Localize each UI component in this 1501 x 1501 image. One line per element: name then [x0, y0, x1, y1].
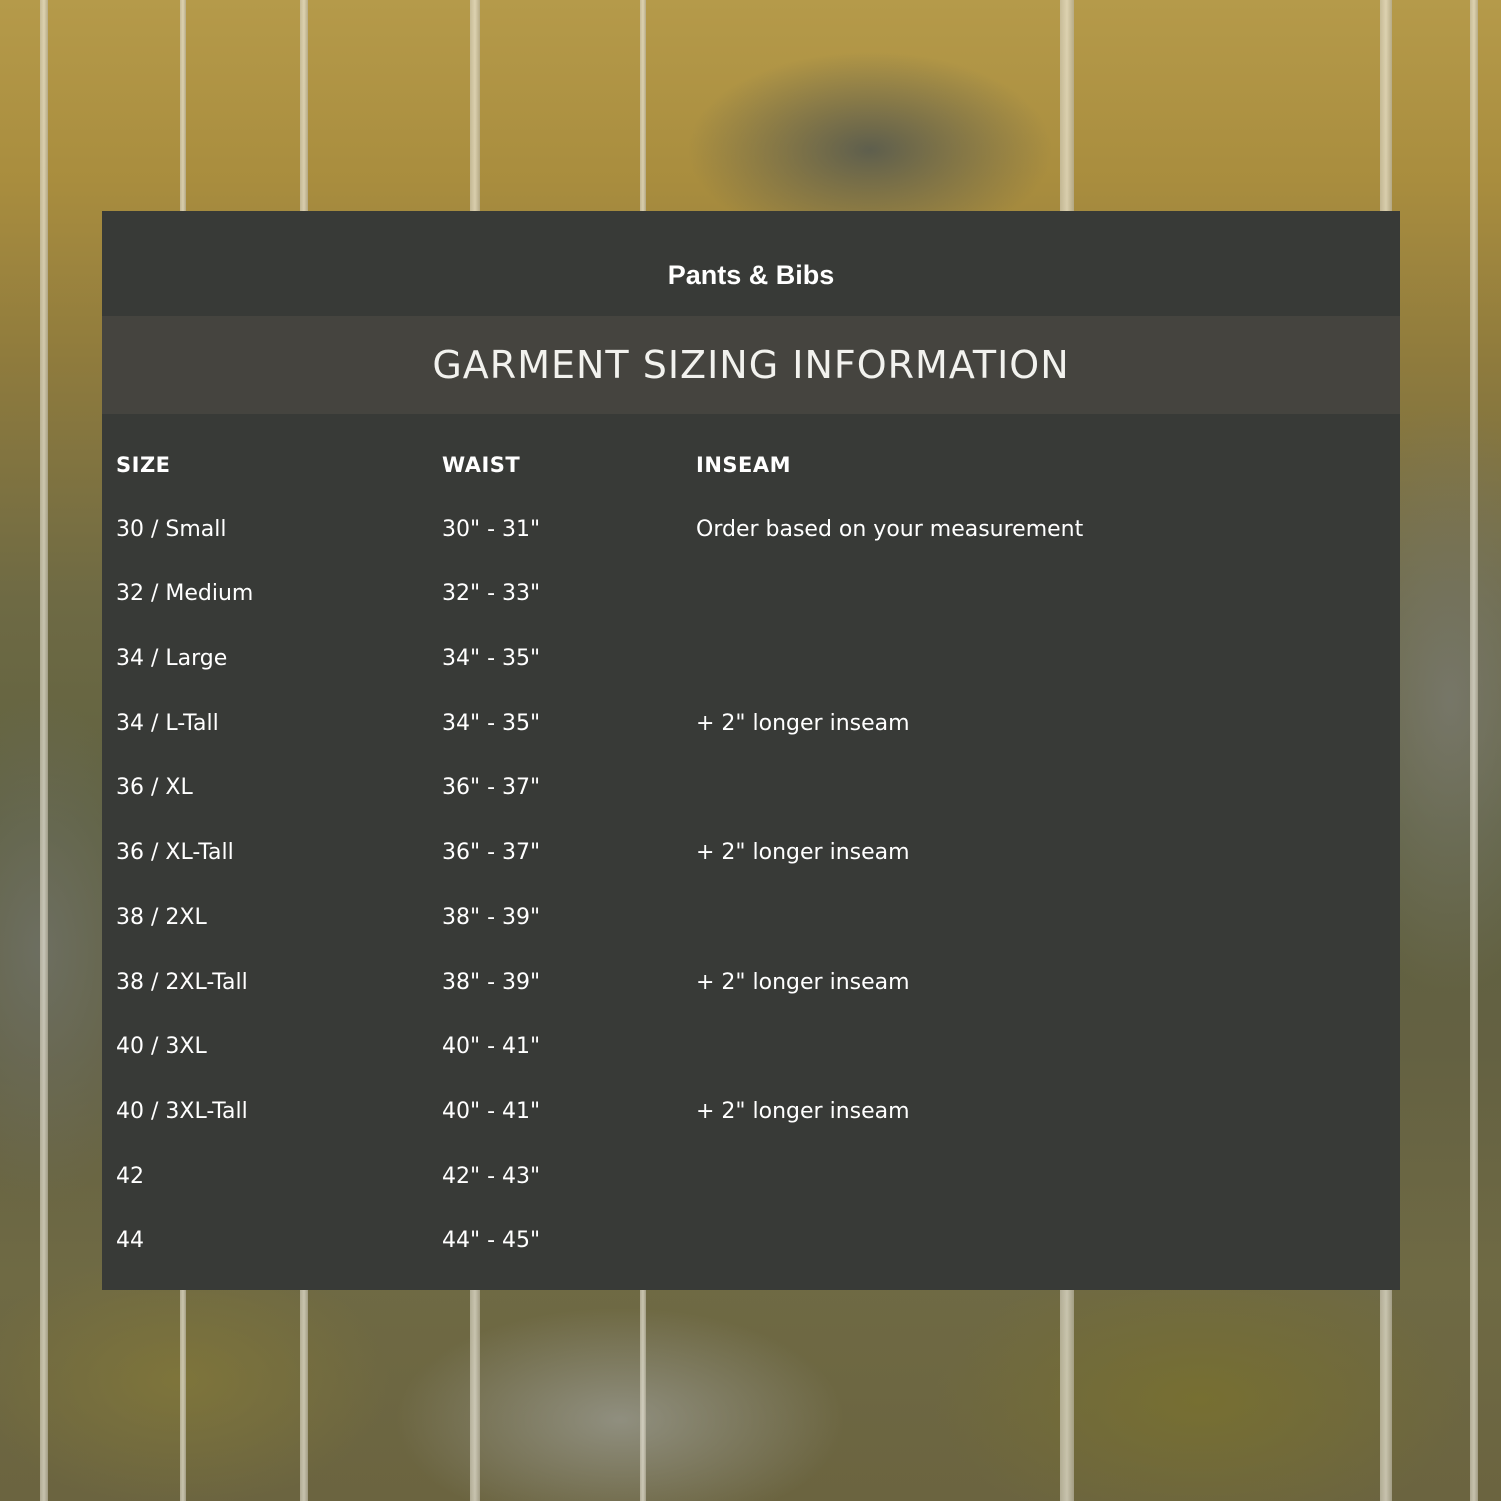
page-title: GARMENT SIZING INFORMATION [432, 343, 1070, 387]
waist-cell: 38" - 39" [442, 904, 541, 930]
product-name: Pants & Bibs [667, 260, 835, 290]
table-row: 44 44" - 45" [102, 1215, 1400, 1280]
size-cell: 40 / 3XL-Tall [116, 1098, 248, 1124]
table-row: 36 / XL-Tall 36" - 37" + 2" longer insea… [102, 827, 1400, 892]
title-banner: GARMENT SIZING INFORMATION [102, 316, 1400, 414]
sizing-panel: Pants & Bibs GARMENT SIZING INFORMATION … [102, 211, 1400, 1290]
size-cell: 40 / 3XL [116, 1034, 207, 1060]
size-cell: 32 / Medium [116, 581, 254, 607]
size-cell: 42 [116, 1163, 144, 1189]
size-cell: 30 / Small [116, 516, 227, 542]
table-row: 40 / 3XL-Tall 40" - 41" + 2" longer inse… [102, 1086, 1400, 1151]
size-cell: 34 / L-Tall [116, 710, 219, 736]
waist-cell: 44" - 45" [442, 1228, 541, 1254]
inseam-cell: + 2" longer inseam [696, 969, 910, 995]
waist-cell: 34" - 35" [442, 646, 541, 672]
table-row: 38 / 2XL 38" - 39" [102, 892, 1400, 957]
column-header-inseam: INSEAM [696, 453, 792, 477]
tree-trunk [1470, 0, 1478, 1501]
table-row: 42 42" - 43" [102, 1151, 1400, 1216]
table-header-row: SIZE WAIST INSEAM [102, 439, 1400, 504]
waist-cell: 30" - 31" [442, 516, 541, 542]
table-row: 34 / Large 34" - 35" [102, 633, 1400, 698]
inseam-cell: + 2" longer inseam [696, 840, 910, 866]
inseam-cell: Order based on your measurement [696, 516, 1084, 542]
column-header-size: SIZE [116, 453, 171, 477]
column-header-waist: WAIST [442, 453, 521, 477]
inseam-cell: + 2" longer inseam [696, 1098, 910, 1124]
size-cell: 44 [116, 1228, 144, 1254]
table-row: 30 / Small 30" - 31" Order based on your… [102, 504, 1400, 569]
size-cell: 36 / XL-Tall [116, 840, 234, 866]
waist-cell: 36" - 37" [442, 840, 541, 866]
table-row: 34 / L-Tall 34" - 35" + 2" longer inseam [102, 698, 1400, 763]
waist-cell: 34" - 35" [442, 710, 541, 736]
waist-cell: 42" - 43" [442, 1163, 541, 1189]
size-cell: 38 / 2XL [116, 904, 207, 930]
waist-cell: 36" - 37" [442, 775, 541, 801]
table-row: 36 / XL 36" - 37" [102, 762, 1400, 827]
waist-cell: 38" - 39" [442, 969, 541, 995]
waist-cell: 40" - 41" [442, 1034, 541, 1060]
inseam-cell: + 2" longer inseam [696, 710, 910, 736]
table-row: 40 / 3XL 40" - 41" [102, 1021, 1400, 1086]
tree-trunk [40, 0, 48, 1501]
size-cell: 34 / Large [116, 646, 228, 672]
size-cell: 38 / 2XL-Tall [116, 969, 248, 995]
table-row: 32 / Medium 32" - 33" [102, 568, 1400, 633]
waist-cell: 32" - 33" [442, 581, 541, 607]
sizing-table: SIZE WAIST INSEAM 30 / Small 30" - 31" O… [102, 439, 1400, 1280]
waist-cell: 40" - 41" [442, 1098, 541, 1124]
size-cell: 36 / XL [116, 775, 193, 801]
panel-header: Pants & Bibs [102, 211, 1400, 316]
table-row: 38 / 2XL-Tall 38" - 39" + 2" longer inse… [102, 957, 1400, 1022]
